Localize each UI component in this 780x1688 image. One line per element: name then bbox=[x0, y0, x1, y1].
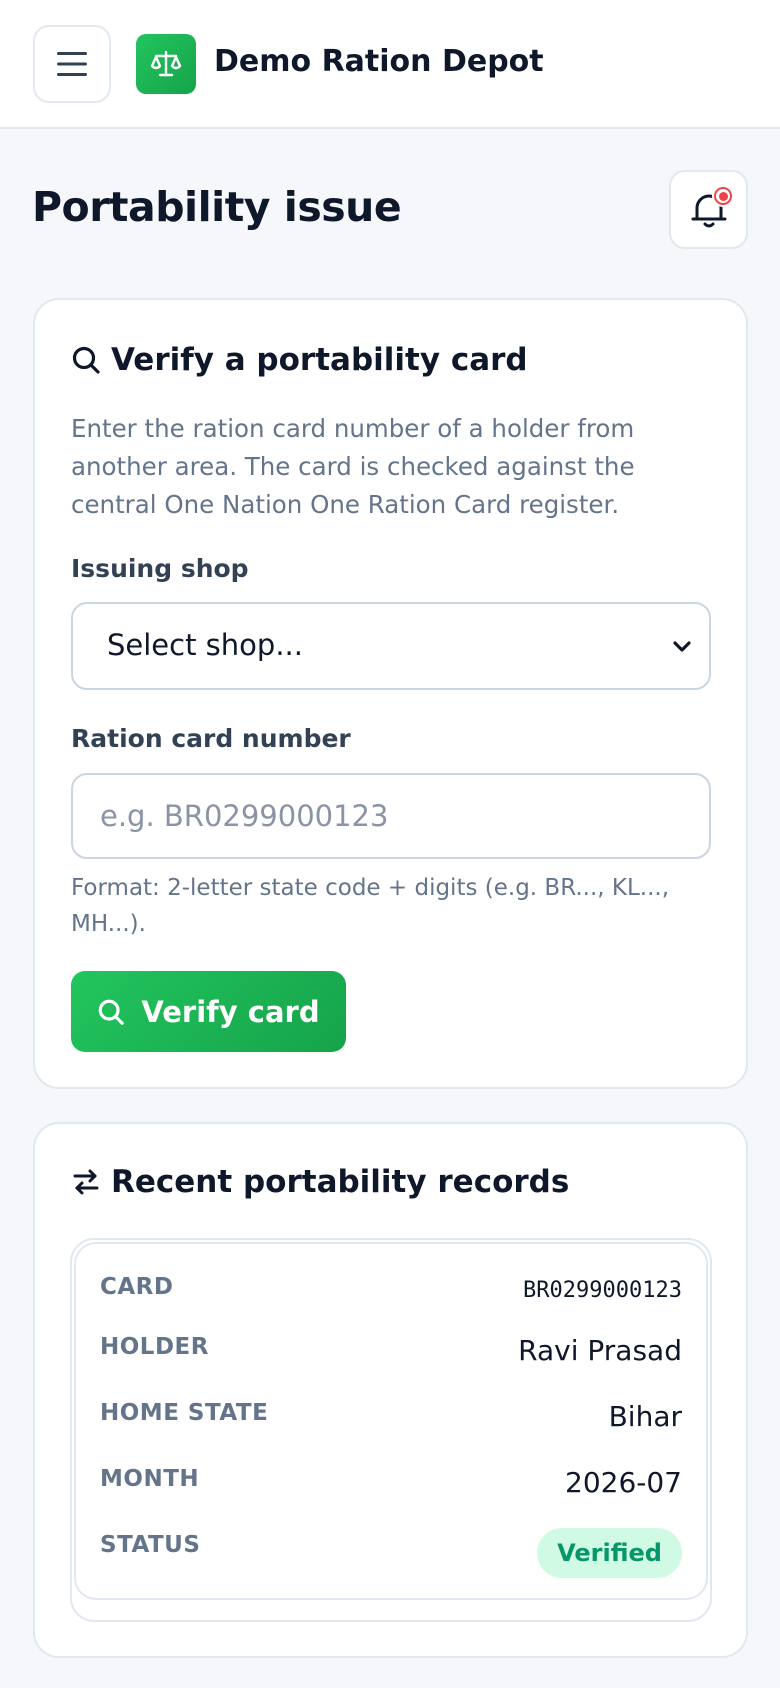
record-row-month: MONTH 2026-07 bbox=[100, 1466, 682, 1506]
verify-card-title: Verify a portability card bbox=[111, 342, 528, 378]
ration-card-number-input[interactable]: e.g. BR0299000123 bbox=[71, 773, 711, 859]
record-row-status: STATUS Verified bbox=[100, 1528, 682, 1578]
search-icon bbox=[72, 346, 100, 374]
top-app-bar: Demo Ration Depot bbox=[0, 0, 780, 129]
format-hint: Format: 2-letter state code + digits (e.… bbox=[71, 875, 670, 937]
chevron-down-icon bbox=[673, 641, 691, 652]
records-list: CARD BR0299000123 HOLDER Ravi Prasad HOM… bbox=[70, 1238, 712, 1622]
recent-records-heading: Recent portability records bbox=[71, 1164, 569, 1200]
verify-card-panel: Verify a portability card Enter the rati… bbox=[33, 298, 748, 1089]
record-month-value: 2026-07 bbox=[565, 1466, 682, 1499]
record-holder-key: HOLDER bbox=[100, 1334, 209, 1360]
page-title: Portability issue bbox=[32, 183, 402, 231]
verify-card-description: Enter the ration card number of a holder… bbox=[71, 414, 635, 519]
recent-records-title: Recent portability records bbox=[111, 1164, 570, 1200]
menu-button[interactable] bbox=[33, 25, 111, 103]
notifications-button[interactable] bbox=[669, 170, 748, 249]
record-holder-value: Ravi Prasad bbox=[518, 1334, 682, 1367]
search-icon bbox=[99, 999, 125, 1025]
issuing-shop-selected-value: Select shop... bbox=[107, 628, 303, 662]
record-row-holder: HOLDER Ravi Prasad bbox=[100, 1334, 682, 1374]
swap-arrows-icon bbox=[73, 1169, 99, 1195]
record-row-card: CARD BR0299000123 bbox=[100, 1274, 682, 1314]
hamburger-menu-icon bbox=[57, 52, 87, 76]
ration-card-number-placeholder: e.g. BR0299000123 bbox=[100, 799, 389, 833]
issuing-shop-label: Issuing shop bbox=[71, 554, 249, 583]
recent-records-panel: Recent portability records CARD BR029900… bbox=[33, 1122, 748, 1658]
record-state-key: HOME STATE bbox=[100, 1400, 269, 1426]
verify-card-button[interactable]: Verify card bbox=[71, 971, 346, 1052]
record-month-key: MONTH bbox=[100, 1466, 200, 1492]
scales-icon bbox=[150, 50, 182, 77]
notification-badge bbox=[712, 185, 734, 207]
issuing-shop-select[interactable]: Select shop... bbox=[71, 602, 711, 690]
app-title: Demo Ration Depot bbox=[214, 44, 544, 79]
status-badge: Verified bbox=[537, 1528, 682, 1578]
record-item[interactable]: CARD BR0299000123 HOLDER Ravi Prasad HOM… bbox=[74, 1242, 708, 1600]
app-logo bbox=[136, 34, 196, 94]
record-card-key: CARD bbox=[100, 1274, 174, 1300]
ration-card-number-label: Ration card number bbox=[71, 724, 351, 753]
record-card-value: BR0299000123 bbox=[523, 1278, 682, 1303]
record-row-home-state: HOME STATE Bihar bbox=[100, 1400, 682, 1440]
verify-card-button-label: Verify card bbox=[141, 994, 320, 1029]
verify-card-heading: Verify a portability card bbox=[71, 342, 528, 378]
record-status-key: STATUS bbox=[100, 1532, 201, 1558]
record-state-value: Bihar bbox=[608, 1400, 682, 1433]
